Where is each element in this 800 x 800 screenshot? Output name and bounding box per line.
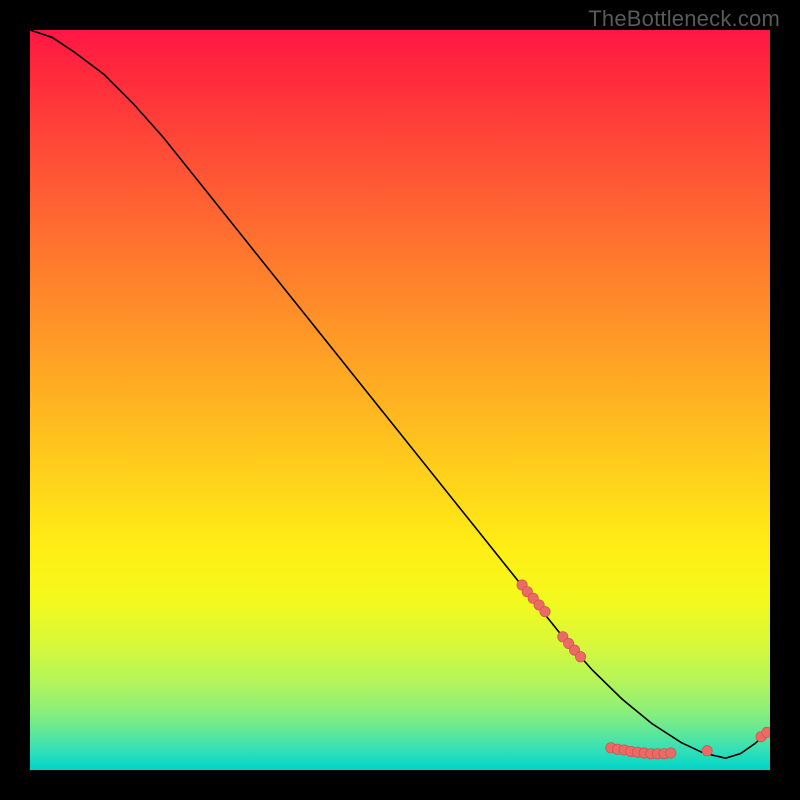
watermark-text: TheBottleneck.com bbox=[588, 6, 780, 32]
data-point bbox=[762, 727, 770, 737]
chart-frame: TheBottleneck.com bbox=[0, 0, 800, 800]
bottleneck-curve bbox=[30, 30, 770, 758]
scatter-group bbox=[517, 580, 770, 759]
data-point bbox=[702, 746, 712, 756]
data-point bbox=[666, 748, 676, 758]
chart-svg-overlay bbox=[30, 30, 770, 770]
data-point bbox=[575, 652, 585, 662]
data-point bbox=[540, 606, 550, 616]
